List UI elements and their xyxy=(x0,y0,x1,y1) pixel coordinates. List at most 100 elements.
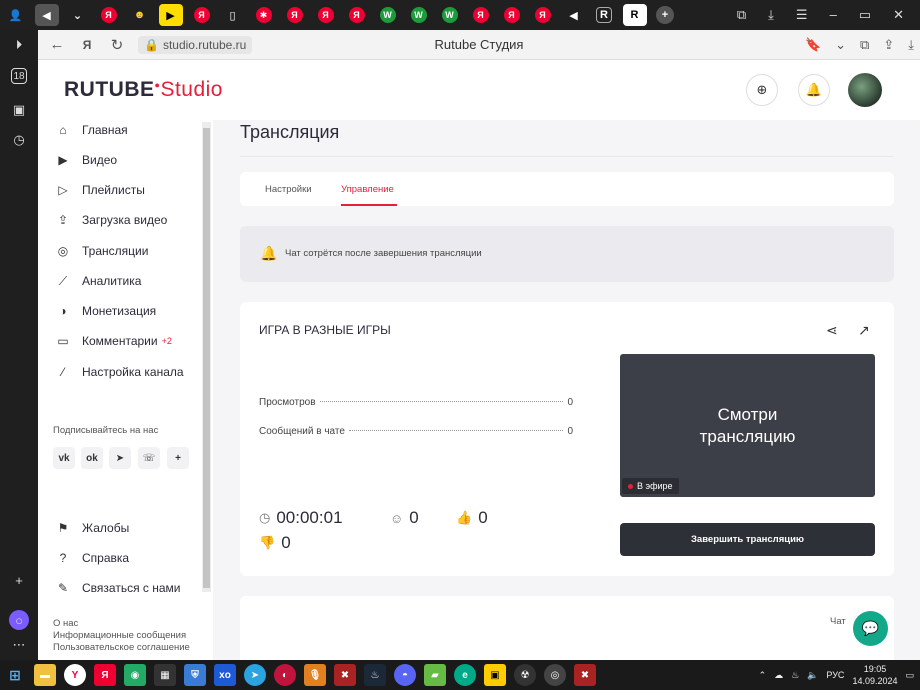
onedrive-icon[interactable]: ☁ xyxy=(774,670,783,681)
tab-icon[interactable]: W xyxy=(441,7,458,23)
yandex-icon[interactable]: Я xyxy=(94,664,116,686)
notifications-button[interactable]: 🔔 xyxy=(798,74,830,106)
tab-management[interactable]: Управление xyxy=(341,184,394,195)
xbox-icon[interactable]: ◉ xyxy=(124,664,146,686)
tabs-dropdown-icon[interactable]: ⌄ xyxy=(66,4,90,26)
yandex-icon[interactable]: Я xyxy=(76,34,98,56)
avatar[interactable] xyxy=(848,73,882,107)
sidebar-item-complaints[interactable]: ⚑ Жалобы xyxy=(54,518,130,538)
minimize-icon[interactable]: – xyxy=(830,7,837,23)
close-icon[interactable]: ✕ xyxy=(893,7,904,23)
rutube-active-tab[interactable]: R xyxy=(622,4,647,26)
viber-icon[interactable]: ☏ xyxy=(138,447,160,469)
sidebar-item-home[interactable]: ⌂ Главная xyxy=(54,120,127,140)
history-icon[interactable]: ◷ xyxy=(9,130,29,150)
defender-icon[interactable]: ⛨ xyxy=(184,664,206,686)
yandex-tab-icon[interactable]: Я xyxy=(348,7,365,23)
ok-icon[interactable]: ok xyxy=(81,447,103,469)
sidebar-item-broadcasts[interactable]: ◎ Трансляции xyxy=(54,241,149,261)
sidebar-item-upload[interactable]: ⇪ Загрузка видео xyxy=(54,210,167,230)
share-icon[interactable]: ⇪ xyxy=(883,37,894,53)
app-icon[interactable]: ▣ xyxy=(484,664,506,686)
windows-start-icon[interactable]: ⊞ xyxy=(4,664,26,686)
yandex-tab-icon[interactable]: Я xyxy=(193,7,210,23)
app-icon[interactable]: ✖ xyxy=(574,664,596,686)
end-stream-button[interactable]: Завершить трансляцию xyxy=(620,523,875,556)
tab-icon[interactable]: W xyxy=(379,7,396,23)
rutube-tab-icon[interactable]: R xyxy=(596,7,612,23)
sound-icon[interactable]: ◀ xyxy=(562,4,586,26)
play-tab-icon[interactable]: ▶ xyxy=(158,4,183,26)
extensions-icon[interactable]: ⧉ xyxy=(860,37,869,53)
sidebar-item-analytics[interactable]: ⟋ Аналитика xyxy=(54,271,142,291)
scrollbar-thumb[interactable] xyxy=(203,128,210,588)
bookmark-icon[interactable]: 🔖 xyxy=(805,37,821,53)
open-external-icon[interactable]: ↗ xyxy=(858,322,870,339)
edge-icon[interactable]: e xyxy=(454,664,476,686)
xo-icon[interactable]: xo xyxy=(214,664,236,686)
stream-preview[interactable]: Смотри трансляцию В эфире xyxy=(620,354,875,497)
telegram-icon[interactable]: ➤ xyxy=(109,447,131,469)
support-chat-button[interactable]: 💬 xyxy=(853,611,888,646)
yandex-browser-icon[interactable]: Y xyxy=(64,664,86,686)
more-icon[interactable]: ⋯ xyxy=(9,635,29,655)
share-icon[interactable]: ⋖ xyxy=(826,322,838,339)
add-icon[interactable]: + xyxy=(9,570,29,590)
obs-icon[interactable]: ◎ xyxy=(544,664,566,686)
rutube-studio-logo[interactable]: RUTUBE●Studio xyxy=(64,78,223,102)
tab-icon[interactable]: W xyxy=(410,7,427,23)
yandex-tab-icon[interactable]: Я xyxy=(472,7,489,23)
profile-icon[interactable]: 👤 xyxy=(4,4,28,26)
tab-settings[interactable]: Настройки xyxy=(265,184,312,195)
menu-icon[interactable]: ☰ xyxy=(796,7,808,23)
volume-icon[interactable]: 🔈 xyxy=(807,670,818,681)
sidebar-item-help[interactable]: ? Справка xyxy=(54,548,129,568)
notifications-icon[interactable]: ▭ xyxy=(905,670,914,681)
sidebar-scrollbar[interactable] xyxy=(202,122,211,592)
steam-tray-icon[interactable]: ♨ xyxy=(791,670,799,681)
yandex-tab-icon[interactable]: Я xyxy=(534,7,551,23)
telegram-icon[interactable]: ➤ xyxy=(244,664,266,686)
url-field[interactable]: 🔒 studio.rutube.ru xyxy=(138,35,253,54)
sidebar-item-contact[interactable]: ✎ Связаться с нами xyxy=(54,578,181,598)
app-icon[interactable]: ◐ xyxy=(274,664,296,686)
sidebar-item-video[interactable]: ▶ Видео xyxy=(54,150,117,170)
clock[interactable]: 19:05 14.09.2024 xyxy=(852,663,897,687)
new-tab-icon[interactable]: + xyxy=(656,6,674,24)
microphone-icon[interactable]: 🎙 xyxy=(304,664,326,686)
tab-icon[interactable]: ✱ xyxy=(255,7,272,23)
yandex-tab-icon[interactable]: Я xyxy=(100,7,117,23)
sidebar-item-monetization[interactable]: ◑ Монетизация xyxy=(54,301,156,321)
alice-icon[interactable]: ○ xyxy=(9,610,29,630)
maximize-icon[interactable]: ▭ xyxy=(859,7,871,23)
app-icon[interactable]: ☢ xyxy=(514,664,536,686)
chevron-down-icon[interactable]: ⌄ xyxy=(835,37,846,53)
app-icon[interactable]: ✖ xyxy=(334,664,356,686)
back-icon[interactable]: ← xyxy=(46,34,68,56)
collections-icon[interactable]: ⧉ xyxy=(737,7,746,23)
upload-button[interactable]: ⊕ xyxy=(746,74,778,106)
footer-link-info[interactable]: Информационные сообщения xyxy=(53,630,186,641)
tray-expand-icon[interactable]: ⌃ xyxy=(759,670,767,681)
age-badge-icon[interactable]: 18 xyxy=(11,68,27,84)
app-icon[interactable]: ▦ xyxy=(154,664,176,686)
more-socials-icon[interactable]: + xyxy=(167,447,189,469)
language-indicator[interactable]: РУС xyxy=(826,670,844,680)
vk-icon[interactable]: vk xyxy=(53,447,75,469)
discord-icon[interactable]: ◓ xyxy=(394,664,416,686)
app-icon[interactable]: ▰ xyxy=(424,664,446,686)
file-explorer-icon[interactable]: ▬ xyxy=(34,664,56,686)
sidebar-item-playlists[interactable]: ▷ Плейлисты xyxy=(54,180,144,200)
yandex-tab-icon[interactable]: Я xyxy=(317,7,334,23)
reload-icon[interactable]: ↻ xyxy=(106,34,128,56)
tab-icon[interactable]: ☻ xyxy=(128,4,152,26)
steam-icon[interactable]: ♨ xyxy=(364,664,386,686)
yandex-tab-icon[interactable]: Я xyxy=(286,7,303,23)
download-icon[interactable]: ⤓ xyxy=(768,7,774,23)
yandex-tab-icon[interactable]: Я xyxy=(503,7,520,23)
sound-tab-icon[interactable]: ◀ xyxy=(34,4,59,26)
sidebar-item-comments[interactable]: ▭ Комментарии +2 xyxy=(54,331,172,351)
media-icon[interactable]: ▣ xyxy=(9,100,29,120)
sidebar-item-channel-settings[interactable]: ⁄ Настройка канала xyxy=(54,362,184,382)
document-tab-icon[interactable]: ▯ xyxy=(221,4,245,26)
